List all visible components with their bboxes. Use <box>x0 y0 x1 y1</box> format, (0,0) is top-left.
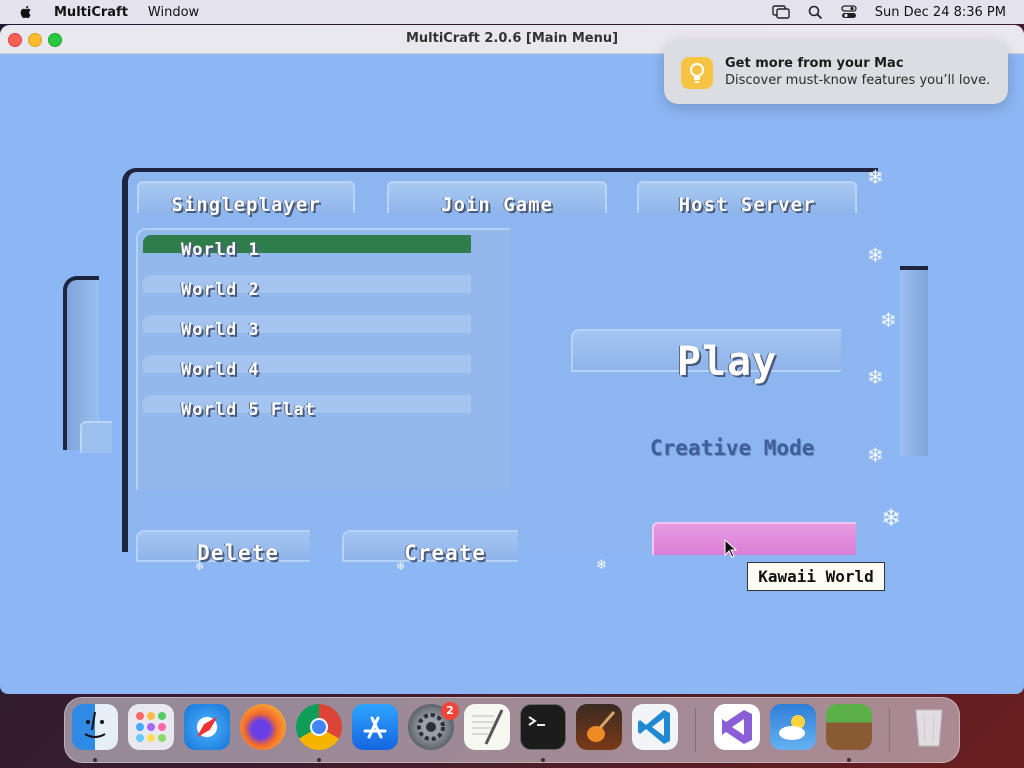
running-indicator <box>847 758 851 762</box>
snowflake-icon: ❄ <box>881 504 902 532</box>
menu-window[interactable]: Window <box>148 5 199 20</box>
delete-button-label: Delete <box>197 541 279 565</box>
spotlight-search-icon[interactable] <box>808 5 823 20</box>
snowflake-icon: ❄ <box>596 558 607 573</box>
vscode-icon[interactable] <box>632 704 678 750</box>
notification-title: Get more from your Mac <box>725 56 904 71</box>
menu-app-name[interactable]: MultiCraft <box>54 5 128 20</box>
terminal-icon[interactable] <box>520 704 566 750</box>
screen-mirroring-icon[interactable] <box>772 5 790 19</box>
weather-icon[interactable] <box>770 704 816 750</box>
visual-studio-icon[interactable] <box>714 704 760 750</box>
snowflake-icon: ❄ <box>867 165 884 189</box>
world-label: World 1 <box>181 240 260 260</box>
snowflake-icon: ❄ <box>880 308 897 332</box>
world-tooltip: Kawaii World <box>747 562 885 591</box>
snowflake-icon: ❄ <box>867 365 884 389</box>
apple-icon[interactable] <box>18 4 34 20</box>
texture-pack-button[interactable] <box>652 522 856 555</box>
tips-icon <box>681 57 713 89</box>
trash-icon[interactable] <box>906 704 952 750</box>
notification-banner[interactable]: Get more from your Mac Discover must-kno… <box>664 40 1008 104</box>
mouse-cursor-icon <box>724 539 738 558</box>
background-tab-left <box>80 421 112 453</box>
menu-clock[interactable]: Sun Dec 24 8:36 PM <box>875 5 1006 20</box>
world-label: World 5 Flat <box>181 400 316 420</box>
finder-icon[interactable] <box>72 704 118 750</box>
snowflake-icon: ❄ <box>396 560 406 573</box>
menu-bar: MultiCraft Window Sun Dec 24 8:36 PM <box>0 0 1024 24</box>
textedit-icon[interactable] <box>464 704 510 750</box>
firefox-icon[interactable] <box>240 704 286 750</box>
garageband-icon[interactable] <box>576 704 622 750</box>
background-panel-right <box>900 266 928 456</box>
running-indicator <box>93 758 97 762</box>
snowflake-icon: ❄ <box>867 443 884 467</box>
notification-badge: 2 <box>441 702 459 720</box>
control-center-icon[interactable] <box>841 5 857 19</box>
dock-separator <box>695 708 696 752</box>
tab-singleplayer[interactable]: Singleplayer <box>137 181 355 216</box>
world-label: World 2 <box>181 280 260 300</box>
dock-separator <box>889 708 890 752</box>
chrome-icon[interactable] <box>296 704 342 750</box>
tab-join-game[interactable]: Join Game <box>387 181 607 216</box>
notification-body: Discover must-know features you’ll love. <box>725 73 991 88</box>
multicraft-icon[interactable] <box>826 704 872 750</box>
game-mode-label: Creative Mode <box>650 436 815 460</box>
world-label: World 3 <box>181 320 260 340</box>
play-button-label: Play <box>676 339 778 385</box>
launchpad-icon[interactable] <box>128 704 174 750</box>
running-indicator <box>541 758 545 762</box>
snowflake-icon: ❄ <box>867 243 884 267</box>
create-button-label: Create <box>404 541 486 565</box>
tab-host-server[interactable]: Host Server <box>637 181 857 216</box>
app-store-icon[interactable] <box>352 704 398 750</box>
running-indicator <box>317 758 321 762</box>
safari-icon[interactable] <box>184 704 230 750</box>
snowflake-icon: ❄ <box>195 560 205 573</box>
world-label: World 4 <box>181 360 260 380</box>
